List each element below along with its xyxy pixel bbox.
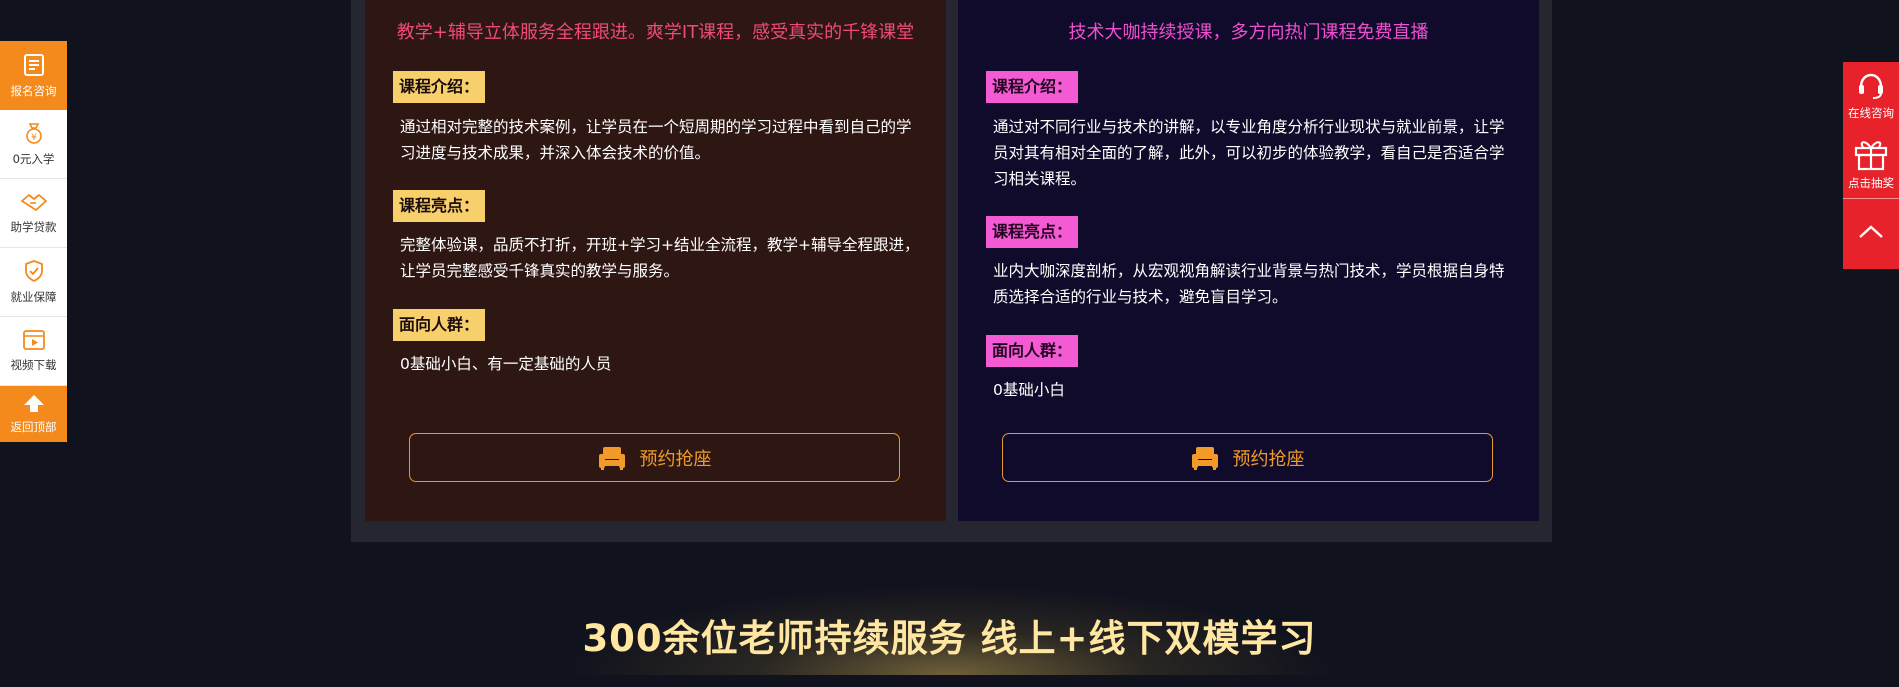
gift-icon [1854,141,1888,171]
intro-text: 通过相对完整的技术案例，让学员在一个短周期的学习过程中看到自己的学习进度与技术成… [400,118,912,162]
video-icon [22,330,45,350]
money-bag-icon: ¥ [25,123,42,144]
free-enroll-label: 0元入学 [12,152,55,166]
back-to-top-label: 返回顶部 [10,420,57,434]
handshake-icon [20,194,47,211]
register-consult-button[interactable]: 报名咨询 [0,41,67,110]
scroll-top-button[interactable] [1843,198,1899,269]
svg-text:¥: ¥ [31,133,37,143]
left-float-bar: 报名咨询 ¥ 0元入学 助学贷款 就业保障 视频下载 返回顶部 [0,41,67,442]
highlight-text: 业内大咖深度剖析，从宏观视角解读行业背景与热门技术，学员根据自身特质选择合适的行… [993,262,1505,306]
register-consult-label: 报名咨询 [10,83,57,98]
highlight-text: 完整体验课，品质不打折，开班+学习+结业全流程，教学+辅导全程跟进，让学员完整感… [400,236,920,280]
book-seat-label: 预约抢座 [639,448,712,470]
right-float-bar: 在线咨询 点击抽奖 [1843,62,1899,269]
section-headline: 300余位老师持续服务 线上+线下双模学习 [582,617,1317,660]
book-seat-button[interactable]: 预约抢座 [1002,433,1493,482]
audience-text: 0基础小白、有一定基础的人员 [400,355,612,373]
course-card-experience: 教学+辅导立体服务全程跟进。爽学IT课程，感受真实的千锋课堂 课程介绍： 通过相… [365,0,946,521]
online-consult-button[interactable]: 在线咨询 [1843,62,1899,130]
audience-label: 面向人群： [393,309,486,341]
job-guarantee-label: 就业保障 [10,290,57,304]
video-download-button[interactable]: 视频下载 [0,317,67,386]
lottery-label: 点击抽奖 [1848,176,1894,190]
highlight-label: 课程亮点： [986,216,1079,248]
highlight-label: 课程亮点： [393,190,486,222]
audience-text: 0基础小白 [993,381,1065,399]
shield-check-icon [24,260,43,283]
online-consult-label: 在线咨询 [1848,106,1894,120]
course-card-live: 技术大咖持续授课，多方向热门课程免费直播 课程介绍： 通过对不同行业与技术的讲解… [958,0,1539,521]
card-subtitle: 教学+辅导立体服务全程跟进。爽学IT课程，感受真实的千锋课堂 [396,22,915,43]
intro-label: 课程介绍： [393,71,486,103]
book-seat-button[interactable]: 预约抢座 [409,433,900,482]
register-icon [23,53,44,76]
video-download-label: 视频下载 [10,358,57,372]
book-seat-label: 预约抢座 [1232,448,1305,470]
course-section: 教学+辅导立体服务全程跟进。爽学IT课程，感受真实的千锋课堂 课程介绍： 通过相… [351,0,1552,542]
card-subtitle: 技术大咖持续授课，多方向热门课程免费直播 [1068,22,1429,43]
back-to-top-button[interactable]: 返回顶部 [0,386,67,442]
loan-label: 助学贷款 [10,220,57,234]
intro-label: 课程介绍： [986,71,1079,103]
audience-label: 面向人群： [986,335,1079,367]
free-enroll-button[interactable]: ¥ 0元入学 [0,110,67,179]
job-guarantee-button[interactable]: 就业保障 [0,248,67,317]
intro-text: 通过对不同行业与技术的讲解，以专业角度分析行业现状与就业前景，让学员对其有相对全… [993,118,1505,188]
arrow-up-icon [23,395,44,412]
chevron-up-icon [1859,225,1883,238]
loan-button[interactable]: 助学贷款 [0,179,67,248]
page: 教学+辅导立体服务全程跟进。爽学IT课程，感受真实的千锋课堂 课程介绍： 通过相… [0,0,1899,687]
sofa-icon [1191,446,1218,470]
lottery-button[interactable]: 点击抽奖 [1843,130,1899,198]
sofa-icon [598,446,625,470]
headset-icon [1859,73,1883,99]
